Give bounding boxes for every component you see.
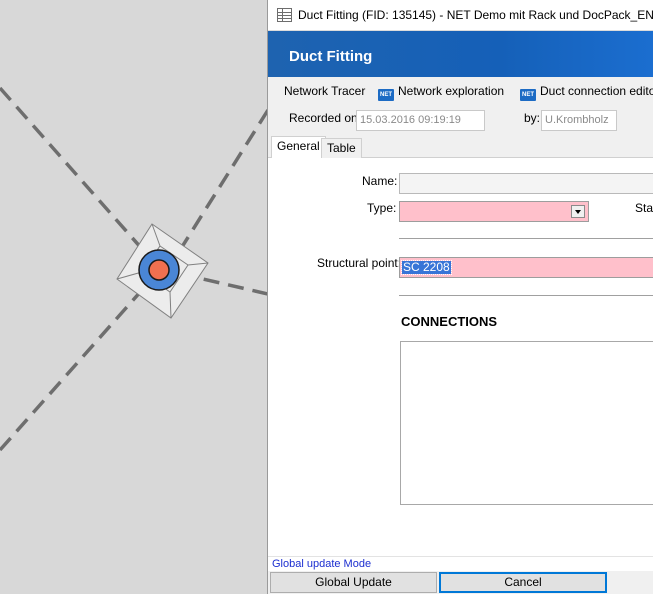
button-bar: Global Update Cancel <box>268 571 653 594</box>
tab-general[interactable]: General <box>271 136 326 159</box>
duct-line-sw[interactable] <box>0 288 144 452</box>
map-canvas[interactable] <box>0 0 268 594</box>
tab-table[interactable]: Table <box>321 138 362 158</box>
global-update-button[interactable]: Global Update <box>270 572 437 593</box>
status-text: Global update Mode <box>272 558 372 570</box>
chevron-down-icon[interactable] <box>571 205 585 218</box>
general-tab-panel: Name: Type: Sta Structural point: SC 220… <box>268 158 653 556</box>
node-inner-circle <box>148 259 170 281</box>
structural-point-field[interactable]: SC 2208 <box>399 257 653 278</box>
network-exploration-link[interactable]: NET Network exploration <box>378 84 504 101</box>
status-bar: Global update Mode <box>268 556 653 571</box>
duct-line-e[interactable] <box>189 274 268 296</box>
duct-connection-editor-label: Duct connection editor <box>540 84 653 98</box>
by-field: U.Krombholz <box>541 110 617 131</box>
duct-fitting-dialog: Duct Fitting (FID: 135145) - NET Demo mi… <box>267 0 653 594</box>
duct-connection-editor-link[interactable]: NET Duct connection editor <box>520 84 653 101</box>
recorded-on-label: Recorded on: <box>289 111 362 125</box>
status-label: Sta <box>635 201 653 215</box>
cancel-button[interactable]: Cancel <box>439 572 607 593</box>
connections-title: CONNECTIONS <box>401 314 498 329</box>
duct-line-nw[interactable] <box>0 86 152 260</box>
structural-point-value: SC 2208 <box>401 260 452 275</box>
connections-list[interactable] <box>400 341 653 505</box>
record-info-row: Recorded on: 15.03.2016 09:19:19 by: U.K… <box>268 108 653 132</box>
divider <box>399 238 653 240</box>
toolbar: Network Tracer NET Network exploration NE… <box>268 80 653 104</box>
name-field[interactable] <box>399 173 653 194</box>
network-tracer-label: Network Tracer <box>284 84 366 98</box>
duct-fitting-symbol[interactable] <box>116 223 209 319</box>
net-icon: NET <box>378 89 394 101</box>
network-map[interactable] <box>0 0 268 594</box>
divider <box>399 295 653 297</box>
type-combobox[interactable] <box>399 201 589 222</box>
title-bar[interactable]: Duct Fitting (FID: 135145) - NET Demo mi… <box>268 0 653 31</box>
window-title: Duct Fitting (FID: 135145) - NET Demo mi… <box>298 8 653 22</box>
dialog-title: Duct Fitting <box>289 48 373 65</box>
name-label: Name: <box>362 174 398 188</box>
structural-point-label: Structural point: <box>317 256 402 270</box>
type-label: Type: <box>367 201 397 215</box>
network-exploration-label: Network exploration <box>398 84 505 98</box>
net-icon: NET <box>520 89 536 101</box>
dialog-banner: Duct Fitting <box>268 31 653 77</box>
tab-strip: General Table <box>268 136 653 159</box>
recorded-on-field: 15.03.2016 09:19:19 <box>356 110 485 131</box>
table-icon <box>277 8 292 22</box>
by-label: by: <box>524 111 541 125</box>
duct-line-ne[interactable] <box>173 109 268 259</box>
network-tracer-link[interactable]: Network Tracer <box>284 84 365 98</box>
